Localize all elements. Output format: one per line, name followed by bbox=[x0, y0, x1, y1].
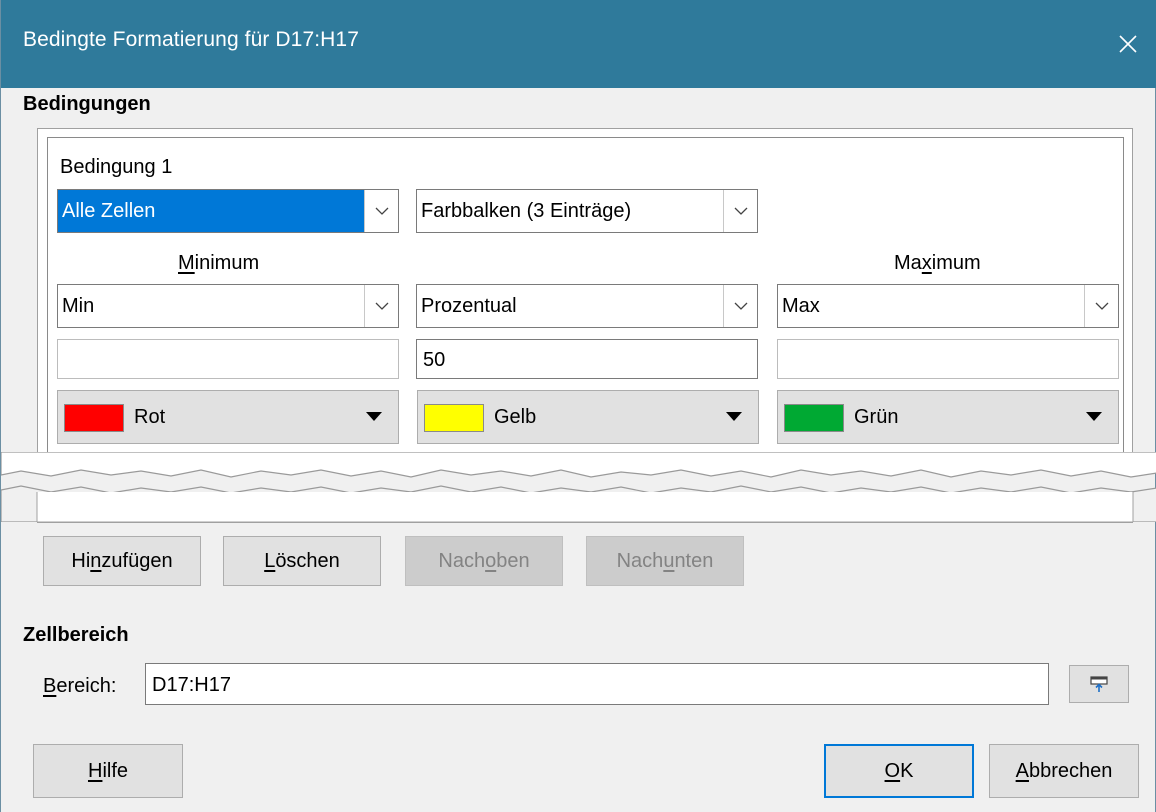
maximum-type-dropdown[interactable]: Max bbox=[777, 284, 1119, 328]
maximum-type-value: Max bbox=[782, 295, 820, 317]
range-label: Bereich: bbox=[43, 675, 117, 697]
applies-to-value: Alle Zellen bbox=[58, 190, 364, 232]
dialog-title: Bedingte Formatierung für D17:H17 bbox=[23, 28, 359, 51]
maximum-label: Maximum bbox=[894, 252, 981, 274]
delete-button[interactable]: Löschen bbox=[223, 536, 381, 586]
chevron-down-icon bbox=[723, 285, 757, 327]
conditional-formatting-dialog: Bedingte Formatierung für D17:H17 Beding… bbox=[0, 0, 1156, 812]
shrink-range-icon bbox=[1090, 676, 1108, 692]
range-input[interactable]: D17:H17 bbox=[145, 663, 1049, 705]
middle-color-picker[interactable]: Gelb bbox=[417, 390, 759, 444]
title-bar: Bedingte Formatierung für D17:H17 bbox=[1, 0, 1156, 88]
dropdown-triangle-icon bbox=[1086, 412, 1102, 421]
minimum-value-field[interactable] bbox=[57, 339, 399, 379]
minimum-color-name: Rot bbox=[134, 406, 166, 428]
color-swatch bbox=[784, 404, 844, 432]
minimum-label: Minimum bbox=[178, 252, 260, 274]
maximum-color-picker[interactable]: Grün bbox=[777, 390, 1119, 444]
chevron-down-icon bbox=[723, 190, 757, 232]
maximum-color-name: Grün bbox=[854, 406, 899, 428]
add-button[interactable]: Hi n zufügen bbox=[43, 536, 201, 586]
close-icon bbox=[1119, 35, 1137, 53]
color-swatch bbox=[424, 404, 484, 432]
list-bottom-border bbox=[37, 522, 1133, 523]
condition-label: Bedingung 1 bbox=[60, 156, 173, 178]
conditions-heading: Bedingungen bbox=[23, 93, 151, 115]
help-button[interactable]: Hilfe bbox=[33, 744, 183, 798]
chevron-down-icon bbox=[364, 190, 398, 232]
chevron-down-icon bbox=[1084, 285, 1118, 327]
conditions-list[interactable]: Bedingung 1 Alle Zellen Farbbalken (3 Ei… bbox=[37, 128, 1133, 468]
middle-value-text: 50 bbox=[423, 349, 446, 371]
style-value: Farbbalken (3 Einträge) bbox=[421, 200, 632, 222]
move-down-button[interactable]: Nach u nten bbox=[586, 536, 744, 586]
condition-entry[interactable]: Bedingung 1 Alle Zellen Farbbalken (3 Ei… bbox=[47, 137, 1124, 459]
minimum-type-dropdown[interactable]: Min bbox=[57, 284, 399, 328]
minimum-color-picker[interactable]: Rot bbox=[57, 390, 399, 444]
middle-type-value: Prozentual bbox=[421, 295, 517, 317]
ok-button[interactable]: OK bbox=[824, 744, 974, 798]
middle-type-dropdown[interactable]: Prozentual bbox=[416, 284, 758, 328]
color-swatch bbox=[64, 404, 124, 432]
dropdown-triangle-icon bbox=[366, 412, 382, 421]
cancel-button[interactable]: Abbrechen bbox=[989, 744, 1139, 798]
cell-range-heading: Zellbereich bbox=[23, 624, 129, 646]
middle-value-field[interactable]: 50 bbox=[416, 339, 758, 379]
shrink-range-button[interactable] bbox=[1069, 665, 1129, 703]
minimum-type-value: Min bbox=[62, 295, 95, 317]
middle-color-name: Gelb bbox=[494, 406, 537, 428]
dropdown-triangle-icon bbox=[726, 412, 742, 421]
move-up-button[interactable]: Nach o ben bbox=[405, 536, 563, 586]
torn-edge-graphic bbox=[1, 452, 1156, 522]
applies-to-dropdown[interactable]: Alle Zellen bbox=[57, 189, 399, 233]
close-button[interactable] bbox=[1099, 18, 1156, 70]
range-value: D17:H17 bbox=[152, 674, 231, 696]
maximum-value-field[interactable] bbox=[777, 339, 1119, 379]
style-dropdown[interactable]: Farbbalken (3 Einträge) bbox=[416, 189, 758, 233]
chevron-down-icon bbox=[364, 285, 398, 327]
